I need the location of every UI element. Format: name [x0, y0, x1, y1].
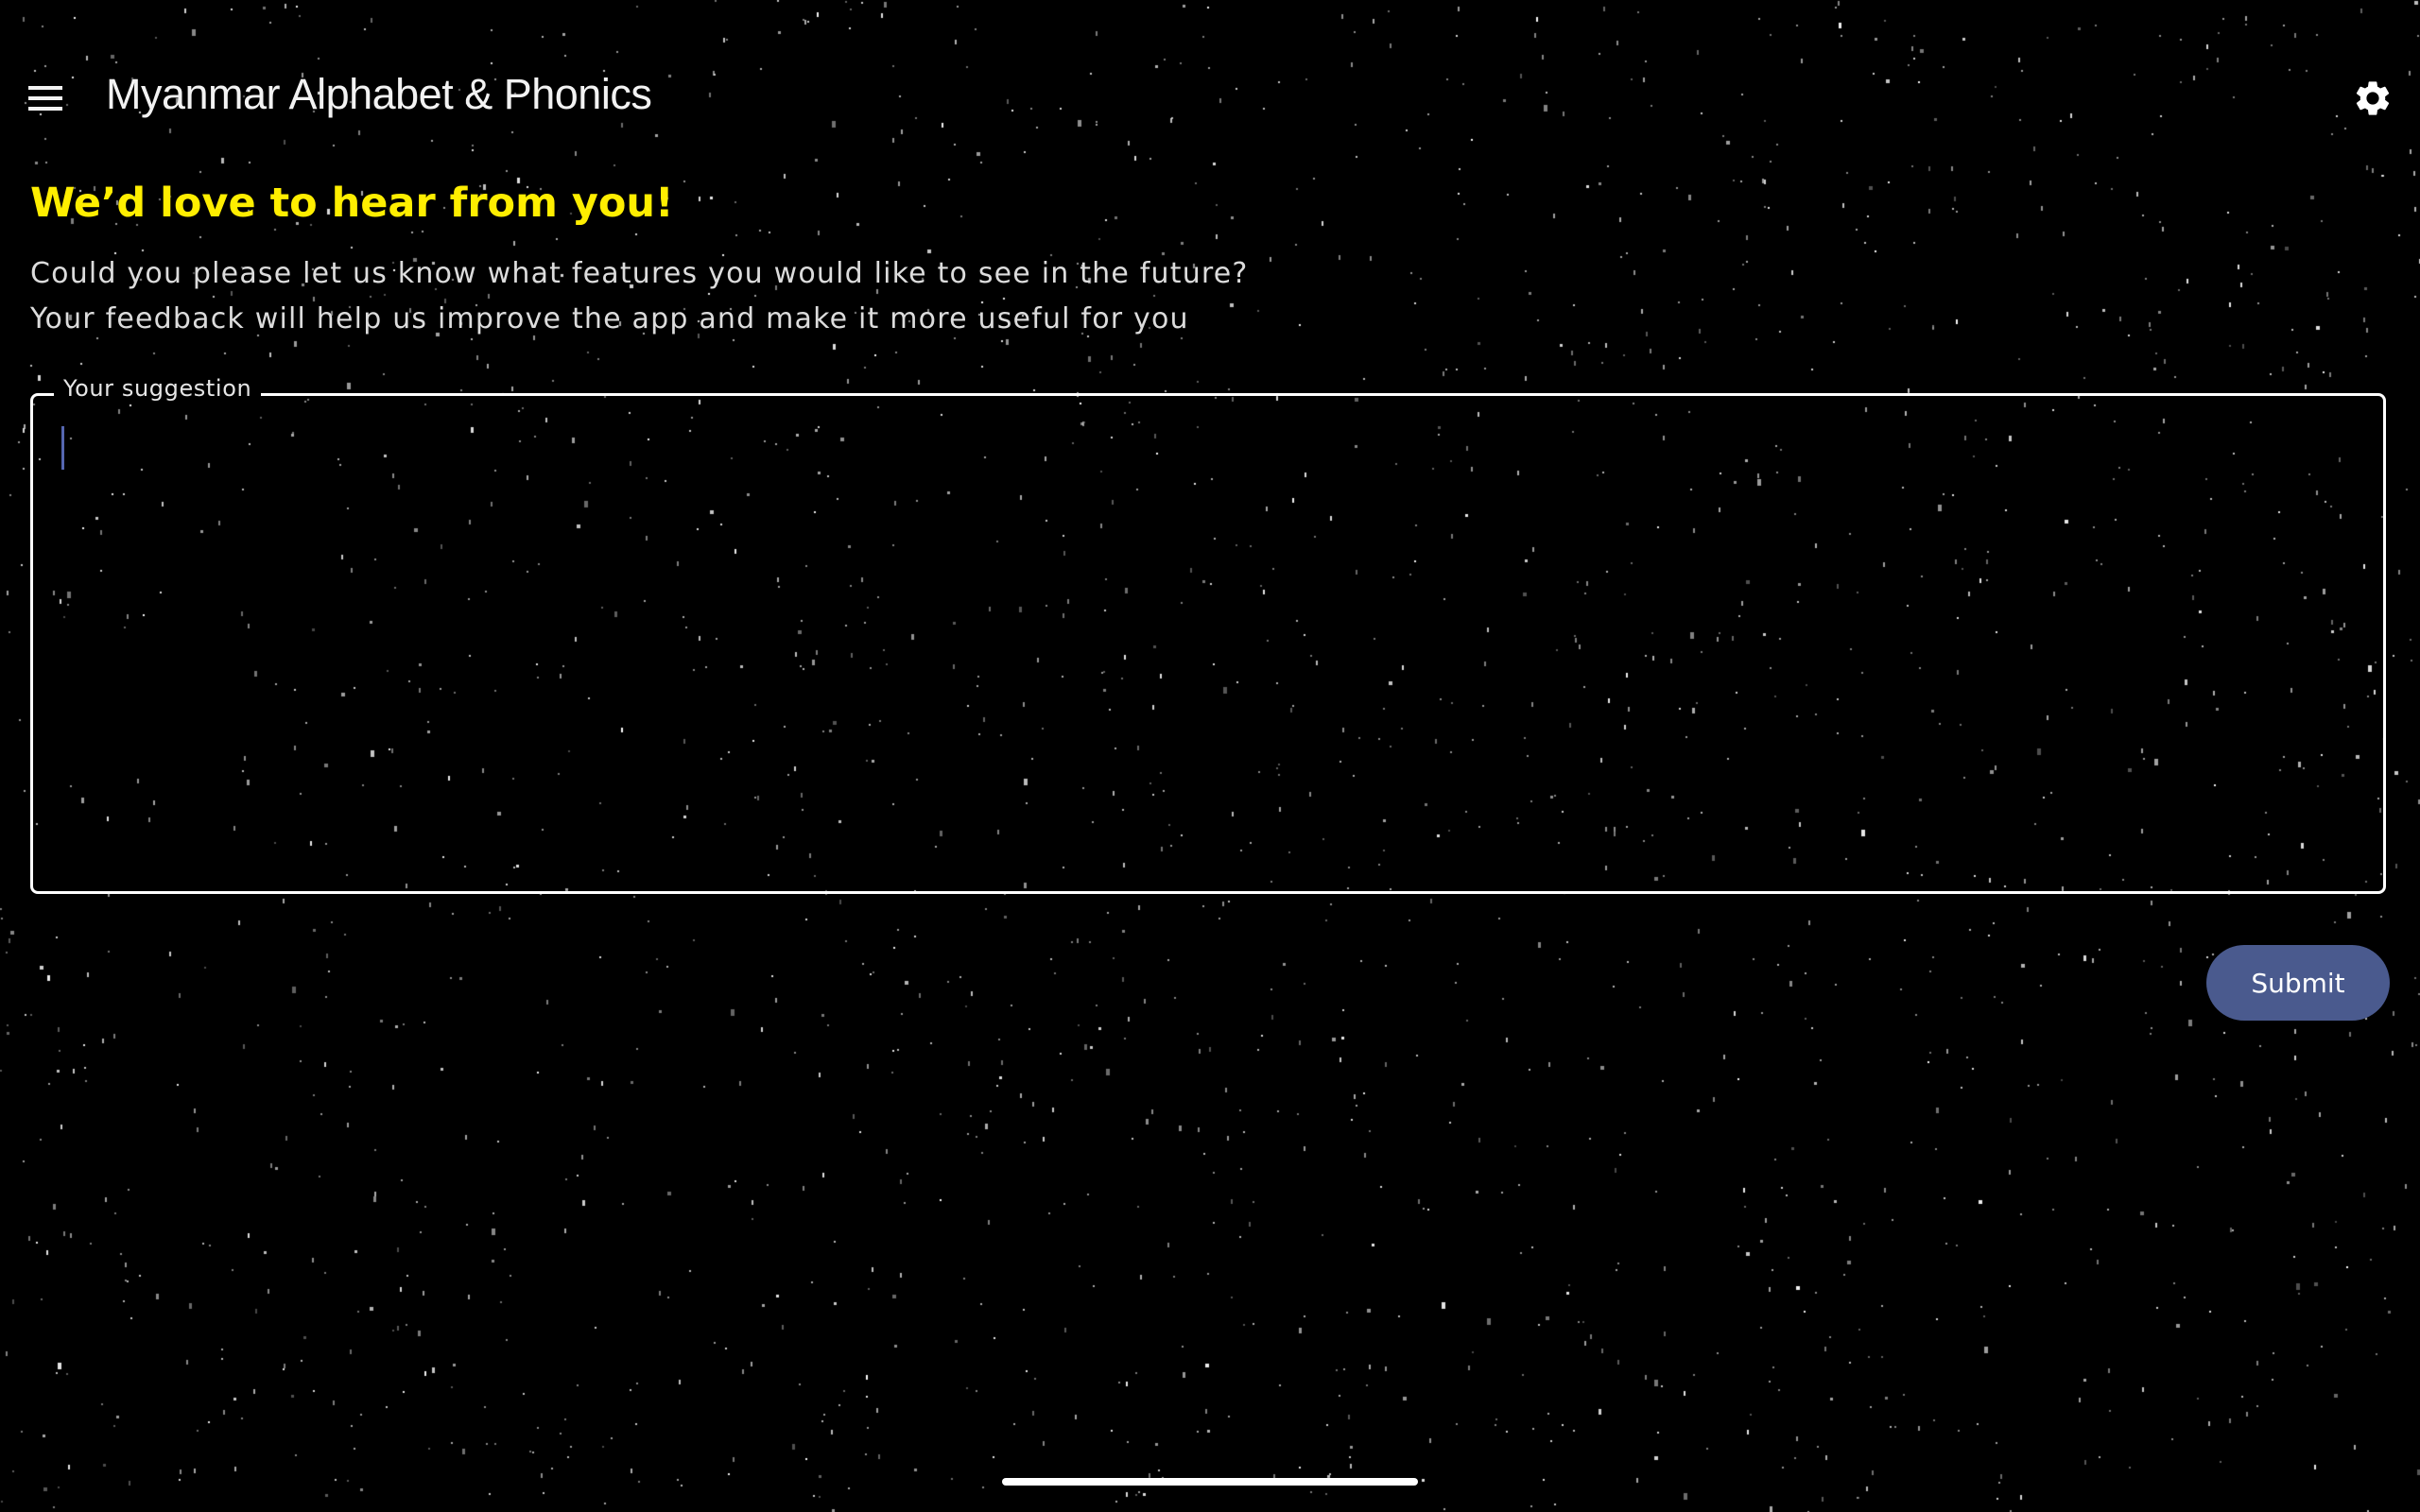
- settings-button[interactable]: [2342, 68, 2403, 129]
- suggestion-input[interactable]: [56, 422, 2357, 861]
- description-line-1: Could you please let us know what featur…: [30, 257, 1249, 290]
- suggestion-field[interactable]: Your suggestion: [30, 375, 2386, 894]
- app-title: Myanmar Alphabet & Phonics: [106, 70, 652, 118]
- description-line-2: Your feedback will help us improve the a…: [30, 302, 1189, 335]
- suggestion-label: Your suggestion: [54, 375, 262, 402]
- menu-button[interactable]: [15, 68, 76, 129]
- home-indicator[interactable]: [1002, 1478, 1418, 1486]
- feedback-description: Could you please let us know what featur…: [30, 251, 1249, 342]
- hamburger-menu-icon: [28, 86, 62, 111]
- gear-icon: [2356, 81, 2390, 115]
- feedback-heading: We’d love to hear from you!: [30, 180, 674, 227]
- submit-button[interactable]: Submit: [2206, 945, 2390, 1021]
- app-bar: Myanmar Alphabet & Phonics: [0, 0, 2420, 197]
- app-screen: Myanmar Alphabet & Phonics We’d love to …: [0, 0, 2420, 1512]
